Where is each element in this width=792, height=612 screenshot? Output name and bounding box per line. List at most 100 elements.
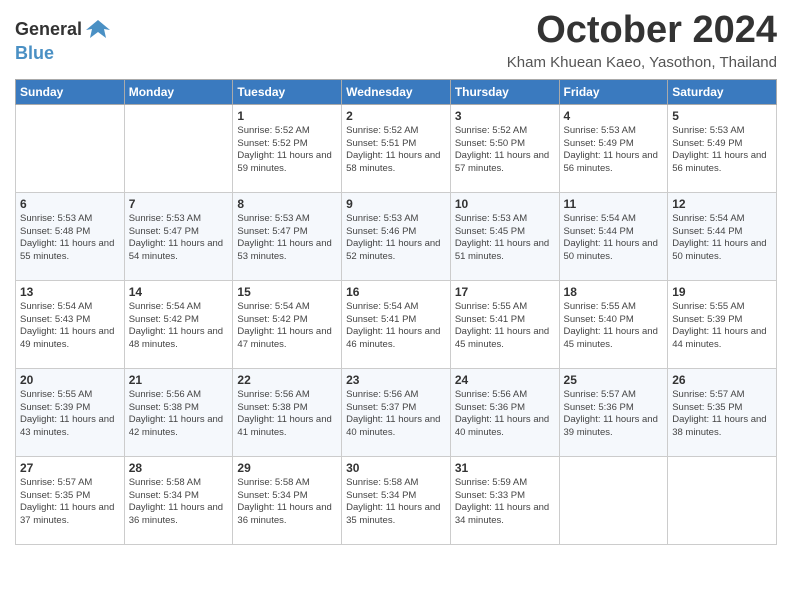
calendar-cell: [124, 104, 233, 192]
day-number: 3: [455, 109, 555, 123]
day-detail: Sunrise: 5:58 AM Sunset: 5:34 PM Dayligh…: [346, 477, 446, 528]
week-row-0: 1 Sunrise: 5:52 AM Sunset: 5:52 PM Daylig…: [16, 104, 777, 192]
calendar-cell: 7Sunrise: 5:53 AM Sunset: 5:47 PM Daylig…: [124, 192, 233, 280]
day-number: 17: [455, 285, 555, 299]
day-detail: Sunrise: 5:53 AM Sunset: 5:47 PM Dayligh…: [129, 213, 229, 264]
day-detail: Sunrise: 5:54 AM Sunset: 5:44 PM Dayligh…: [564, 213, 664, 264]
col-header-thursday: Thursday: [450, 79, 559, 104]
day-detail: Sunrise: 5:53 AM Sunset: 5:48 PM Dayligh…: [20, 213, 120, 264]
day-number: 15: [237, 285, 337, 299]
week-row-3: 20 Sunrise: 5:55 AM Sunset: 5:39 PM Dayli…: [16, 368, 777, 456]
calendar-cell: 6 Sunrise: 5:53 AM Sunset: 5:48 PM Daylig…: [16, 192, 125, 280]
day-detail: Sunrise: 5:55 AM Sunset: 5:41 PM Dayligh…: [455, 301, 555, 352]
day-detail: Sunrise: 5:56 AM Sunset: 5:38 PM Dayligh…: [237, 389, 337, 440]
day-number: 13: [20, 285, 120, 299]
col-header-tuesday: Tuesday: [233, 79, 342, 104]
calendar-cell: 9 Sunrise: 5:53 AM Sunset: 5:46 PM Daylig…: [342, 192, 451, 280]
day-detail: Sunrise: 5:54 AM Sunset: 5:44 PM Dayligh…: [672, 213, 772, 264]
calendar-cell: 4 Sunrise: 5:53 AM Sunset: 5:49 PM Daylig…: [559, 104, 668, 192]
month-title: October 2024: [507, 10, 777, 52]
day-number: 10: [455, 197, 555, 211]
day-number: 2: [346, 109, 446, 123]
calendar-cell: 3Sunrise: 5:52 AM Sunset: 5:50 PM Daylig…: [450, 104, 559, 192]
location-subtitle: Kham Khuean Kaeo, Yasothon, Thailand: [507, 54, 777, 71]
day-number: 4: [564, 109, 664, 123]
day-detail: Sunrise: 5:53 AM Sunset: 5:46 PM Dayligh…: [346, 213, 446, 264]
day-detail: Sunrise: 5:53 AM Sunset: 5:47 PM Dayligh…: [237, 213, 337, 264]
day-detail: Sunrise: 5:52 AM Sunset: 5:51 PM Dayligh…: [346, 125, 446, 176]
day-number: 14: [129, 285, 229, 299]
day-detail: Sunrise: 5:54 AM Sunset: 5:41 PM Dayligh…: [346, 301, 446, 352]
calendar-cell: 18 Sunrise: 5:55 AM Sunset: 5:40 PM Dayli…: [559, 280, 668, 368]
day-number: 29: [237, 461, 337, 475]
day-number: 21: [129, 373, 229, 387]
day-number: 22: [237, 373, 337, 387]
calendar-cell: 19Sunrise: 5:55 AM Sunset: 5:39 PM Dayli…: [668, 280, 777, 368]
day-detail: Sunrise: 5:54 AM Sunset: 5:43 PM Dayligh…: [20, 301, 120, 352]
day-number: 20: [20, 373, 120, 387]
day-number: 11: [564, 197, 664, 211]
calendar-cell: 22 Sunrise: 5:56 AM Sunset: 5:38 PM Dayli…: [233, 368, 342, 456]
calendar-cell: 28Sunrise: 5:58 AM Sunset: 5:34 PM Dayli…: [124, 456, 233, 544]
calendar-cell: 17 Sunrise: 5:55 AM Sunset: 5:41 PM Dayli…: [450, 280, 559, 368]
day-detail: Sunrise: 5:57 AM Sunset: 5:35 PM Dayligh…: [672, 389, 772, 440]
day-detail: Sunrise: 5:53 AM Sunset: 5:45 PM Dayligh…: [455, 213, 555, 264]
day-number: 30: [346, 461, 446, 475]
calendar-cell: 13 Sunrise: 5:54 AM Sunset: 5:43 PM Dayli…: [16, 280, 125, 368]
day-number: 23: [346, 373, 446, 387]
day-number: 9: [346, 197, 446, 211]
title-block: October 2024 Kham Khuean Kaeo, Yasothon,…: [507, 10, 777, 71]
day-number: 28: [129, 461, 229, 475]
col-header-monday: Monday: [124, 79, 233, 104]
logo-blue-text: Blue: [15, 44, 54, 64]
day-detail: Sunrise: 5:55 AM Sunset: 5:39 PM Dayligh…: [20, 389, 120, 440]
col-header-wednesday: Wednesday: [342, 79, 451, 104]
calendar-cell: 2 Sunrise: 5:52 AM Sunset: 5:51 PM Daylig…: [342, 104, 451, 192]
day-detail: Sunrise: 5:58 AM Sunset: 5:34 PM Dayligh…: [237, 477, 337, 528]
calendar-cell: 8 Sunrise: 5:53 AM Sunset: 5:47 PM Daylig…: [233, 192, 342, 280]
calendar-cell: 25Sunrise: 5:57 AM Sunset: 5:36 PM Dayli…: [559, 368, 668, 456]
day-number: 16: [346, 285, 446, 299]
header-row: SundayMondayTuesdayWednesdayThursdayFrid…: [16, 79, 777, 104]
calendar-cell: 26 Sunrise: 5:57 AM Sunset: 5:35 PM Dayli…: [668, 368, 777, 456]
calendar-cell: 5 Sunrise: 5:53 AM Sunset: 5:49 PM Daylig…: [668, 104, 777, 192]
day-detail: Sunrise: 5:53 AM Sunset: 5:49 PM Dayligh…: [672, 125, 772, 176]
day-detail: Sunrise: 5:57 AM Sunset: 5:35 PM Dayligh…: [20, 477, 120, 528]
day-number: 6: [20, 197, 120, 211]
day-number: 26: [672, 373, 772, 387]
week-row-2: 13 Sunrise: 5:54 AM Sunset: 5:43 PM Dayli…: [16, 280, 777, 368]
calendar-cell: 31Sunrise: 5:59 AM Sunset: 5:33 PM Dayli…: [450, 456, 559, 544]
day-detail: Sunrise: 5:57 AM Sunset: 5:36 PM Dayligh…: [564, 389, 664, 440]
logo-bird-icon: [84, 16, 112, 44]
calendar-cell: 12 Sunrise: 5:54 AM Sunset: 5:44 PM Dayli…: [668, 192, 777, 280]
day-detail: Sunrise: 5:55 AM Sunset: 5:40 PM Dayligh…: [564, 301, 664, 352]
logo-text: General: [15, 20, 82, 40]
calendar-cell: 15 Sunrise: 5:54 AM Sunset: 5:42 PM Dayli…: [233, 280, 342, 368]
calendar-cell: [16, 104, 125, 192]
day-number: 8: [237, 197, 337, 211]
calendar-cell: 1 Sunrise: 5:52 AM Sunset: 5:52 PM Daylig…: [233, 104, 342, 192]
day-number: 19: [672, 285, 772, 299]
calendar-cell: 11 Sunrise: 5:54 AM Sunset: 5:44 PM Dayli…: [559, 192, 668, 280]
day-detail: Sunrise: 5:56 AM Sunset: 5:38 PM Dayligh…: [129, 389, 229, 440]
week-row-1: 6 Sunrise: 5:53 AM Sunset: 5:48 PM Daylig…: [16, 192, 777, 280]
day-number: 31: [455, 461, 555, 475]
day-number: 5: [672, 109, 772, 123]
day-detail: Sunrise: 5:52 AM Sunset: 5:52 PM Dayligh…: [237, 125, 337, 176]
day-number: 27: [20, 461, 120, 475]
calendar-header: SundayMondayTuesdayWednesdayThursdayFrid…: [16, 79, 777, 104]
calendar-cell: 27 Sunrise: 5:57 AM Sunset: 5:35 PM Dayli…: [16, 456, 125, 544]
calendar-table: SundayMondayTuesdayWednesdayThursdayFrid…: [15, 79, 777, 545]
day-number: 18: [564, 285, 664, 299]
day-number: 12: [672, 197, 772, 211]
day-detail: Sunrise: 5:54 AM Sunset: 5:42 PM Dayligh…: [237, 301, 337, 352]
calendar-cell: 20 Sunrise: 5:55 AM Sunset: 5:39 PM Dayli…: [16, 368, 125, 456]
day-number: 1: [237, 109, 337, 123]
logo: General Blue: [15, 16, 112, 64]
day-detail: Sunrise: 5:56 AM Sunset: 5:36 PM Dayligh…: [455, 389, 555, 440]
calendar-body: 1 Sunrise: 5:52 AM Sunset: 5:52 PM Daylig…: [16, 104, 777, 544]
calendar-cell: 23Sunrise: 5:56 AM Sunset: 5:37 PM Dayli…: [342, 368, 451, 456]
day-number: 24: [455, 373, 555, 387]
day-detail: Sunrise: 5:53 AM Sunset: 5:49 PM Dayligh…: [564, 125, 664, 176]
col-header-friday: Friday: [559, 79, 668, 104]
